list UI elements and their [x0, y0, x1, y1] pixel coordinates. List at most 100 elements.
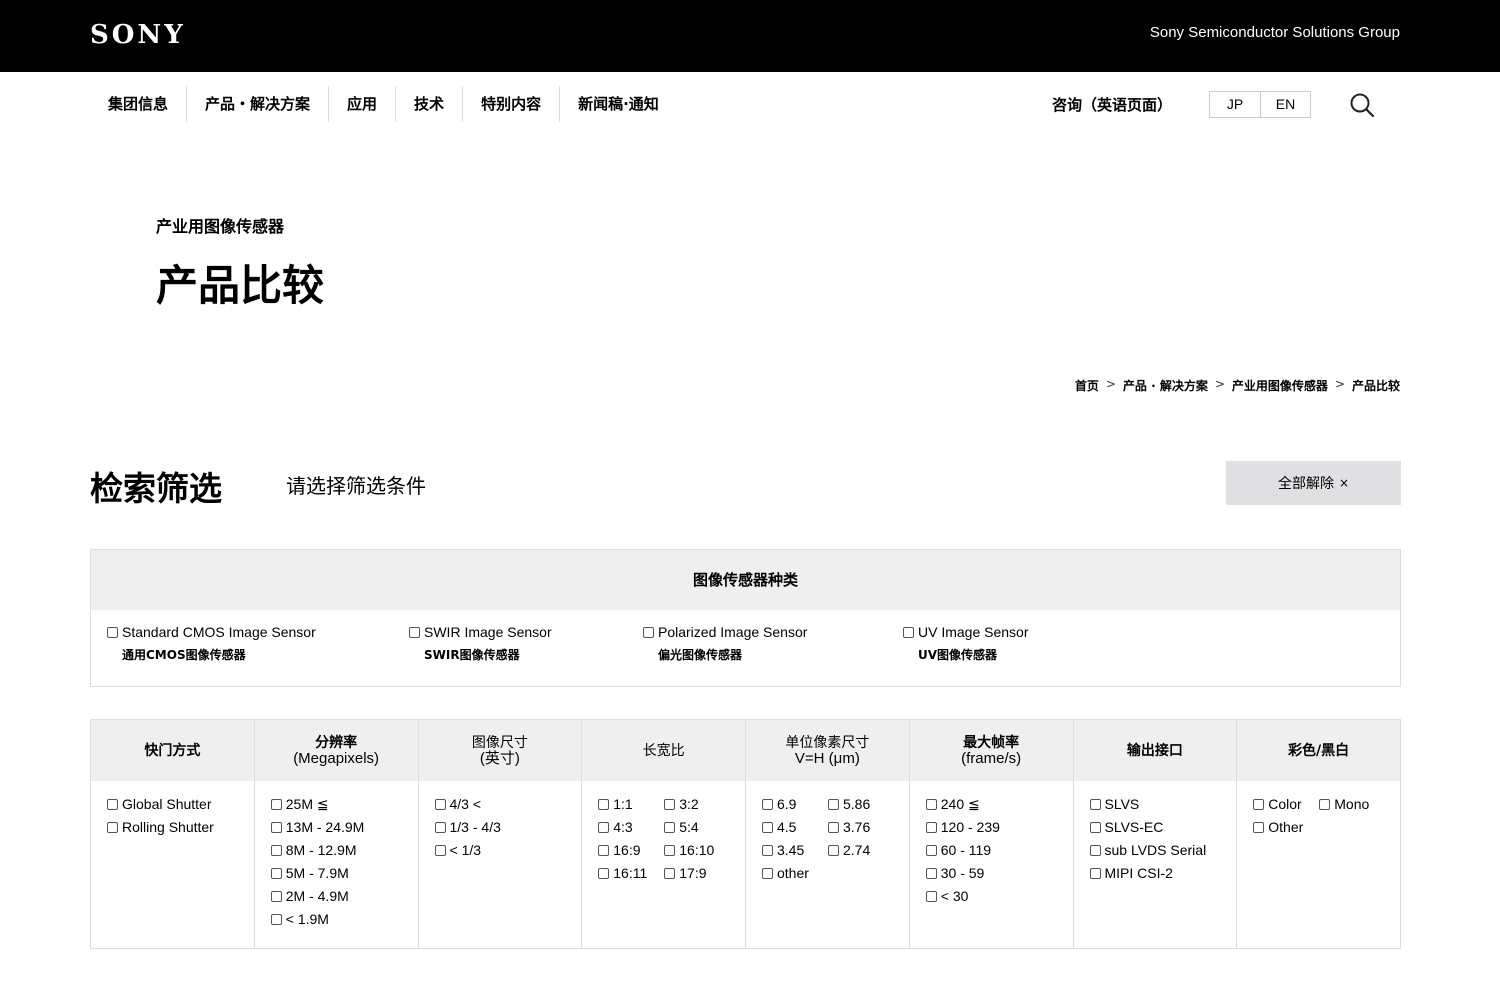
- sensor-type-option[interactable]: SWIR Image Sensor SWIR图像传感器: [409, 624, 552, 663]
- checkbox[interactable]: [664, 821, 676, 833]
- sensor-type-option[interactable]: Polarized Image Sensor 偏光图像传感器: [643, 624, 807, 663]
- checkbox[interactable]: [107, 821, 118, 833]
- checkbox[interactable]: [828, 798, 839, 810]
- checkbox[interactable]: [828, 844, 839, 856]
- filter-option[interactable]: 1:1: [598, 795, 664, 813]
- checkbox[interactable]: [1089, 844, 1101, 856]
- checkbox[interactable]: [903, 626, 914, 638]
- filter-option[interactable]: Mono: [1319, 795, 1385, 813]
- filter-option[interactable]: 60 - 119: [925, 841, 1073, 859]
- filter-option[interactable]: 240 ≦: [925, 795, 1073, 813]
- filter-option[interactable]: 4:3: [598, 818, 664, 836]
- breadcrumb-home[interactable]: 首页: [1075, 377, 1099, 394]
- nav-item-applications[interactable]: 应用: [328, 86, 395, 122]
- checkbox[interactable]: [925, 798, 937, 810]
- filter-option[interactable]: Global Shutter: [107, 795, 254, 813]
- checkbox[interactable]: [1253, 821, 1265, 833]
- nav-item-group-info[interactable]: 集团信息: [90, 86, 186, 122]
- clear-all-button[interactable]: 全部解除 ×: [1226, 461, 1401, 505]
- breadcrumb-products[interactable]: 产品 · 解决方案: [1123, 377, 1208, 394]
- checkbox[interactable]: [664, 867, 676, 879]
- sensor-type-option[interactable]: Standard CMOS Image Sensor 通用CMOS图像传感器: [107, 624, 316, 663]
- filter-option[interactable]: SLVS-EC: [1089, 818, 1237, 836]
- checkbox[interactable]: [598, 821, 610, 833]
- checkbox[interactable]: [643, 626, 654, 638]
- filter-option[interactable]: < 30: [925, 887, 1073, 905]
- filter-option[interactable]: 30 - 59: [925, 864, 1073, 882]
- filter-option[interactable]: 4/3 <: [434, 795, 582, 813]
- filter-option[interactable]: sub LVDS Serial: [1089, 841, 1237, 859]
- filter-option[interactable]: 3.45: [762, 841, 828, 859]
- filter-option[interactable]: 5:4: [664, 818, 730, 836]
- filter-option[interactable]: 120 - 239: [925, 818, 1073, 836]
- search-icon[interactable]: [1349, 92, 1375, 118]
- filter-option[interactable]: < 1/3: [434, 841, 582, 859]
- filter-option[interactable]: 25M ≦: [270, 795, 418, 813]
- checkbox[interactable]: [664, 844, 676, 856]
- checkbox[interactable]: [925, 844, 937, 856]
- filter-option[interactable]: < 1.9M: [270, 910, 418, 928]
- filter-option[interactable]: 16:10: [664, 841, 730, 859]
- filter-option[interactable]: 8M - 12.9M: [270, 841, 418, 859]
- checkbox[interactable]: [270, 890, 282, 902]
- filter-option[interactable]: other: [762, 864, 828, 882]
- checkbox[interactable]: [925, 890, 937, 902]
- lang-en-button[interactable]: EN: [1260, 92, 1310, 117]
- checkbox[interactable]: [434, 798, 446, 810]
- checkbox[interactable]: [270, 798, 282, 810]
- filter-option[interactable]: SLVS: [1089, 795, 1237, 813]
- filter-option[interactable]: 5M - 7.9M: [270, 864, 418, 882]
- filter-option[interactable]: 3.76: [828, 818, 894, 836]
- nav-item-technology[interactable]: 技术: [395, 86, 462, 122]
- nav-item-news[interactable]: 新闻稿·通知: [559, 86, 677, 122]
- checkbox[interactable]: [664, 798, 676, 810]
- checkbox[interactable]: [270, 821, 282, 833]
- filter-option[interactable]: MIPI CSI-2: [1089, 864, 1237, 882]
- checkbox[interactable]: [762, 821, 773, 833]
- checkbox[interactable]: [409, 626, 420, 638]
- checkbox[interactable]: [762, 867, 773, 879]
- filter-option[interactable]: 16:11: [598, 864, 664, 882]
- checkbox[interactable]: [1089, 798, 1101, 810]
- checkbox[interactable]: [925, 821, 937, 833]
- checkbox[interactable]: [598, 844, 610, 856]
- checkbox[interactable]: [1089, 867, 1101, 879]
- inquiry-link[interactable]: 咨询（英语页面）: [1052, 94, 1172, 115]
- filter-option[interactable]: 2.74: [828, 841, 894, 859]
- lang-jp-button[interactable]: JP: [1210, 92, 1260, 117]
- filter-option[interactable]: Color: [1253, 795, 1319, 813]
- checkbox[interactable]: [270, 844, 282, 856]
- checkbox[interactable]: [598, 867, 610, 879]
- filter-option[interactable]: 13M - 24.9M: [270, 818, 418, 836]
- sony-logo[interactable]: SONY: [90, 20, 186, 50]
- checkbox[interactable]: [434, 844, 446, 856]
- checkbox[interactable]: [762, 798, 773, 810]
- checkbox[interactable]: [107, 798, 118, 810]
- sensor-type-option[interactable]: UV Image Sensor UV图像传感器: [903, 624, 1029, 663]
- filter-option[interactable]: 6.9: [762, 795, 828, 813]
- nav-item-special-content[interactable]: 特别内容: [462, 86, 559, 122]
- checkbox[interactable]: [1319, 798, 1331, 810]
- checkbox[interactable]: [107, 626, 118, 638]
- filter-option[interactable]: 2M - 4.9M: [270, 887, 418, 905]
- filter-option[interactable]: 3:2: [664, 795, 730, 813]
- filter-option[interactable]: 17:9: [664, 864, 730, 882]
- checkbox[interactable]: [828, 821, 839, 833]
- checkbox[interactable]: [434, 821, 446, 833]
- checkbox[interactable]: [1253, 798, 1265, 810]
- checkbox[interactable]: [1089, 821, 1101, 833]
- checkbox[interactable]: [270, 867, 282, 879]
- breadcrumb-industrial-sensors[interactable]: 产业用图像传感器: [1232, 377, 1328, 394]
- filter-option[interactable]: 4.5: [762, 818, 828, 836]
- filter-option[interactable]: 1/3 - 4/3: [434, 818, 582, 836]
- filter-option[interactable]: Other: [1253, 818, 1319, 836]
- filter-option[interactable]: 16:9: [598, 841, 664, 859]
- checkbox[interactable]: [270, 913, 282, 925]
- filter-option[interactable]: 5.86: [828, 795, 894, 813]
- checkbox[interactable]: [598, 798, 610, 810]
- filter-option[interactable]: Rolling Shutter: [107, 818, 254, 836]
- group-name-link[interactable]: Sony Semiconductor Solutions Group: [1150, 24, 1400, 41]
- nav-item-products[interactable]: 产品・解决方案: [186, 86, 328, 122]
- checkbox[interactable]: [762, 844, 773, 856]
- checkbox[interactable]: [925, 867, 937, 879]
